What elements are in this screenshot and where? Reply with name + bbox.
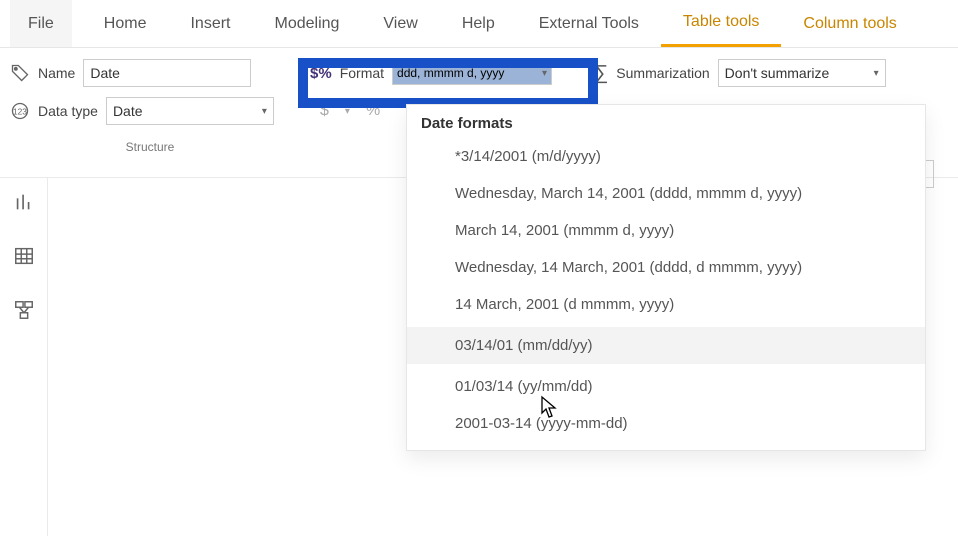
menu-bar: File Home Insert Modeling View Help Exte… — [0, 0, 958, 48]
date-format-option[interactable]: Wednesday, March 14, 2001 (dddd, mmmm d,… — [407, 175, 925, 212]
structure-group-label: Structure — [10, 140, 290, 154]
name-label: Name — [38, 65, 75, 81]
menu-column-tools[interactable]: Column tools — [781, 0, 918, 47]
summarization-row: ∑ Summarization Don't summarize ▾ — [594, 58, 886, 88]
tag-icon — [10, 63, 30, 83]
format-select[interactable]: ddd, mmmm d, yyyy ▾ — [392, 61, 552, 85]
menu-table-tools[interactable]: Table tools — [661, 0, 782, 47]
format-icon: $% — [310, 65, 332, 82]
datatype-label: Data type — [38, 103, 98, 119]
report-view-button[interactable] — [10, 188, 38, 216]
model-view-button[interactable] — [10, 296, 38, 324]
percent-button[interactable]: % — [366, 102, 380, 120]
menu-file[interactable]: File — [10, 0, 72, 47]
datatype-row: 123 Data type Date ▾ — [10, 96, 290, 126]
menu-help[interactable]: Help — [440, 0, 517, 47]
data-view-button[interactable] — [10, 242, 38, 270]
date-format-option[interactable]: *3/14/2001 (m/d/yyyy) — [407, 138, 925, 175]
date-format-option[interactable]: March 14, 2001 (mmmm d, yyyy) — [407, 212, 925, 249]
chevron-down-icon: ▾ — [542, 68, 547, 79]
format-label: Format — [340, 65, 384, 81]
name-input[interactable]: Date — [83, 59, 251, 87]
menu-home[interactable]: Home — [82, 0, 169, 47]
ribbon-group-summarization: ∑ Summarization Don't summarize ▾ — [594, 58, 886, 88]
date-format-option[interactable]: 03/14/01 (mm/dd/yy) — [407, 327, 925, 364]
date-format-option[interactable]: 14 March, 2001 (d mmmm, yyyy) — [407, 286, 925, 323]
svg-text:123: 123 — [13, 106, 27, 116]
menu-modeling[interactable]: Modeling — [252, 0, 361, 47]
datatype-select[interactable]: Date ▾ — [106, 97, 274, 125]
date-formats-dropdown: Date formats *3/14/2001 (m/d/yyyy) Wedne… — [406, 104, 926, 451]
name-input-value: Date — [90, 65, 120, 81]
datatype-value: Date — [113, 103, 143, 119]
date-formats-header: Date formats — [407, 105, 925, 138]
menu-view[interactable]: View — [361, 0, 439, 47]
summarization-select[interactable]: Don't summarize ▾ — [718, 59, 886, 87]
date-format-option[interactable]: Wednesday, 14 March, 2001 (dddd, d mmmm,… — [407, 249, 925, 286]
chevron-down-icon[interactable]: ▾ — [345, 106, 350, 117]
chevron-down-icon: ▾ — [262, 106, 267, 117]
format-value: ddd, mmmm d, yyyy — [397, 66, 504, 80]
ribbon-group-structure: Name Date 123 Data type Date ▾ Structure — [10, 58, 290, 154]
menu-external-tools[interactable]: External Tools — [517, 0, 661, 47]
summarization-label: Summarization — [616, 65, 709, 81]
menu-insert[interactable]: Insert — [168, 0, 252, 47]
name-row: Name Date — [10, 58, 290, 88]
left-nav — [0, 178, 48, 536]
sigma-icon: ∑ — [594, 62, 608, 85]
date-format-option[interactable]: 2001-03-14 (yyyy-mm-dd) — [407, 405, 925, 442]
currency-button[interactable]: $ — [320, 102, 329, 120]
datatype-icon: 123 — [10, 101, 30, 121]
format-row: $% Format ddd, mmmm d, yyyy ▾ — [310, 58, 552, 88]
date-format-option[interactable]: 01/03/14 (yy/mm/dd) — [407, 368, 925, 405]
chevron-down-icon: ▾ — [874, 68, 879, 79]
summarization-value: Don't summarize — [725, 65, 830, 81]
